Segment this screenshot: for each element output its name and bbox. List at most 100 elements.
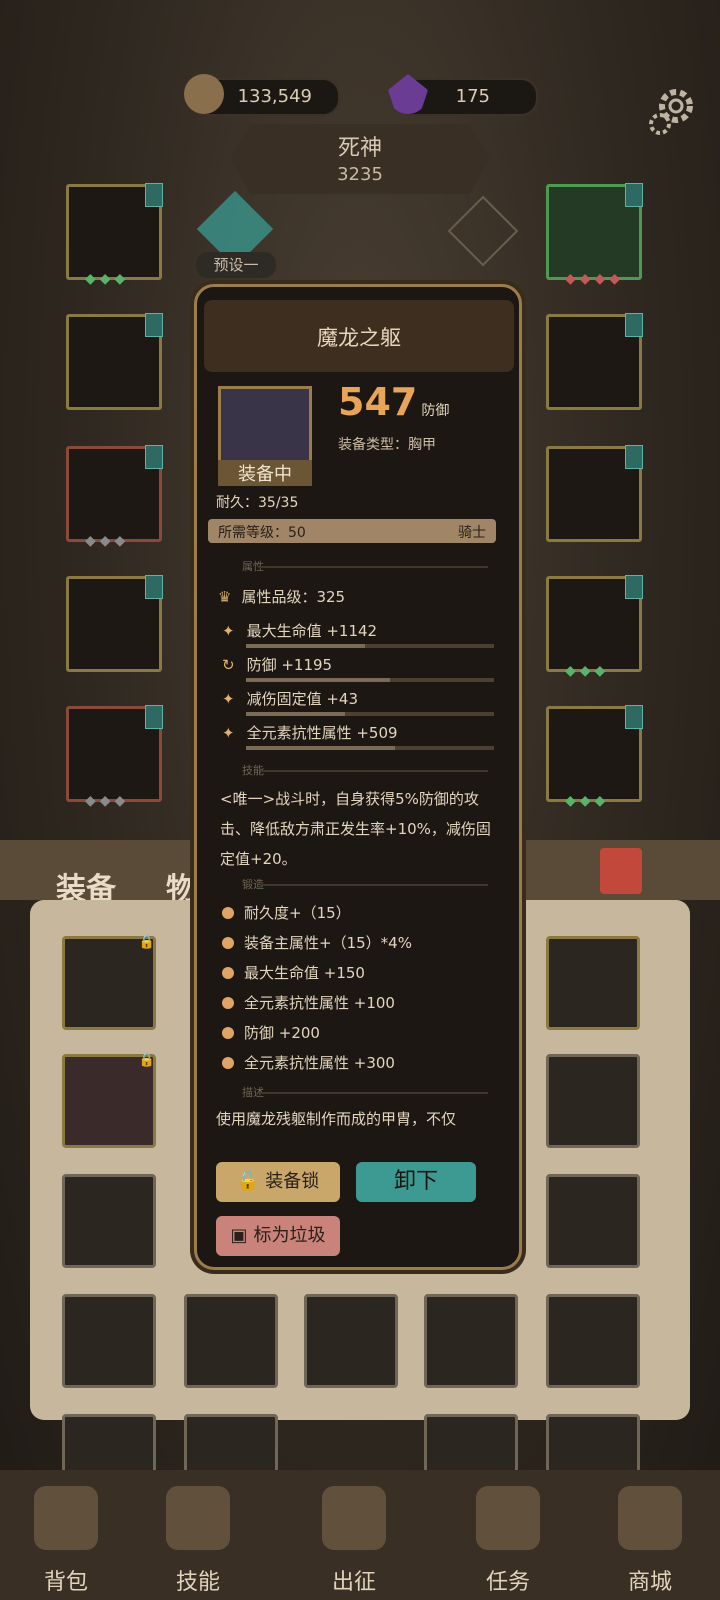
equip-slot-left-5[interactable]: ◆◆◆ [66,705,163,809]
bag-cell[interactable] [62,1414,156,1474]
nav-shop[interactable]: 商城 [590,1470,710,1600]
gem-sockets: ◆◆◆ [85,271,130,287]
trash-icon[interactable] [600,848,642,894]
star-icon: ✦ [222,724,235,742]
attr-row: ✦ 减伤固定值 +43 [222,688,358,709]
gem-sockets: ◆◆◆ [565,663,610,679]
bullet-icon [222,1057,234,1069]
forge-text: 装备主属性+（15）*4% [244,934,412,952]
equip-slot-left-3[interactable]: ◆◆◆ [66,445,163,549]
preset-button[interactable]: 预设一 [196,252,276,278]
gem-sockets: ◆◆◆ [85,793,130,809]
attr-row: ↻ 防御 +1195 [222,654,332,675]
equip-slot-left-2[interactable] [66,313,163,410]
item-name: 魔龙之躯 [317,326,401,350]
lock-icon: 🔒 [138,935,155,950]
item-type: 装备类型：胸甲 [338,437,436,453]
gem-sockets: ◆◆◆◆ [565,271,625,287]
star-icon: ✦ [222,622,235,640]
crown-icon: ♛ [218,588,232,606]
skill-text: <唯一>战斗时，自身获得5%防御的攻击、降低敌方肃正发生率+10%，减伤固定值+… [220,790,491,868]
forge-text: 防御 +200 [244,1024,320,1042]
required-level: 所需等级：50 [218,525,306,541]
unequip-button[interactable]: 卸下 [356,1162,476,1202]
gem-value: 175 [455,86,490,107]
attr-row: ✦ 全元素抗性属性 +509 [222,722,398,743]
equipped-badge: 装备中 [218,460,312,486]
mark-junk-button[interactable]: ▣ 标为垃圾 [216,1216,340,1256]
equip-slot-right-3[interactable] [546,445,643,542]
equip-lock-button[interactable]: 🔓 装备锁 [216,1162,340,1202]
character-power: 3235 [337,164,383,185]
defense-value: 547 [338,380,418,424]
bag-cell[interactable]: 🔒 [62,935,156,1030]
equip-slot-right-2[interactable] [546,313,643,410]
bag-cell[interactable] [62,1174,156,1268]
attr-text: 减伤固定值 +43 [246,690,359,708]
attr-text: 最大生命值 +1142 [246,622,378,640]
attr-bar-fill [246,644,366,648]
bag-cell[interactable] [424,1294,518,1388]
nav-expedition[interactable]: 出征 [294,1470,414,1600]
nav-quests[interactable]: 任务 [448,1470,568,1600]
gem-counter: 175 [388,74,538,116]
attr-bar [246,746,494,750]
settings-gear-icon[interactable] [646,84,700,138]
skill-book-icon [166,1486,230,1550]
gold-value: 133,549 [237,86,312,107]
attr-bar [246,678,494,682]
section-divider [260,566,488,568]
mark-junk-label: 标为垃圾 [253,1225,326,1246]
attr-text: 全元素抗性属性 +509 [246,724,398,742]
attr-bar [246,712,494,716]
bag-cell[interactable] [184,1294,278,1388]
bullet-icon [222,997,234,1009]
required-class: 骑士 [458,525,486,541]
bag-cell[interactable] [424,1414,518,1474]
star-icon: ✦ [222,690,235,708]
refresh-icon: ↻ [222,656,235,674]
equip-slot-left-1[interactable]: ◆◆◆ [66,183,163,287]
forge-text: 全元素抗性属性 +100 [244,994,395,1012]
attr-bar-fill [246,678,390,682]
sword-map-icon [322,1486,386,1550]
bag-cell[interactable] [184,1414,278,1474]
requirement-bar: 所需等级：50 骑士 [208,519,496,543]
forge-row: 最大生命值 +150 [222,962,365,983]
attr-bar-fill [246,746,395,750]
shop-crest-icon [618,1486,682,1550]
coin-icon [184,74,224,114]
nav-skills[interactable]: 技能 [138,1470,258,1600]
equip-slot-left-4[interactable] [66,575,163,672]
bag-cell[interactable] [546,936,640,1030]
equip-slot-right-5[interactable]: ◆◆◆ [546,705,643,809]
forge-row: 全元素抗性属性 +100 [222,992,395,1013]
gold-counter: 133,549 [184,74,340,116]
bag-cell[interactable] [546,1414,640,1474]
bag-cell[interactable]: 🔒 [62,1053,156,1148]
bag-cell[interactable] [546,1054,640,1148]
forge-row: 装备主属性+（15）*4% [222,932,412,953]
character-banner: 死神 3235 [230,124,490,194]
attr-grade-row: ♛ 属性品级：325 [218,586,345,607]
attr-grade: 属性品级：325 [241,588,346,606]
bag-cell[interactable] [304,1294,398,1388]
bag-cell[interactable] [62,1294,156,1388]
gem-sockets: ◆◆◆ [85,533,130,549]
durability: 耐久：35/35 [216,495,299,511]
forge-row: 防御 +200 [222,1022,320,1043]
nav-label: 商城 [627,1570,672,1595]
section-divider [260,770,488,772]
horn-icon [476,1486,540,1550]
nav-label: 任务 [485,1570,530,1595]
bag-cell[interactable] [546,1294,640,1388]
bag-cell[interactable] [546,1174,640,1268]
equip-slot-right-4[interactable]: ◆◆◆ [546,575,643,679]
nav-label: 技能 [175,1570,220,1595]
gem-sockets: ◆◆◆ [565,793,610,809]
nav-backpack[interactable]: 背包 [6,1470,126,1600]
equip-lock-label: 装备锁 [265,1171,320,1192]
equip-slot-right-1[interactable]: ◆◆◆◆ [546,183,643,287]
defense-stat: 547 防御 [338,380,449,424]
character-name: 死神 [337,136,382,161]
